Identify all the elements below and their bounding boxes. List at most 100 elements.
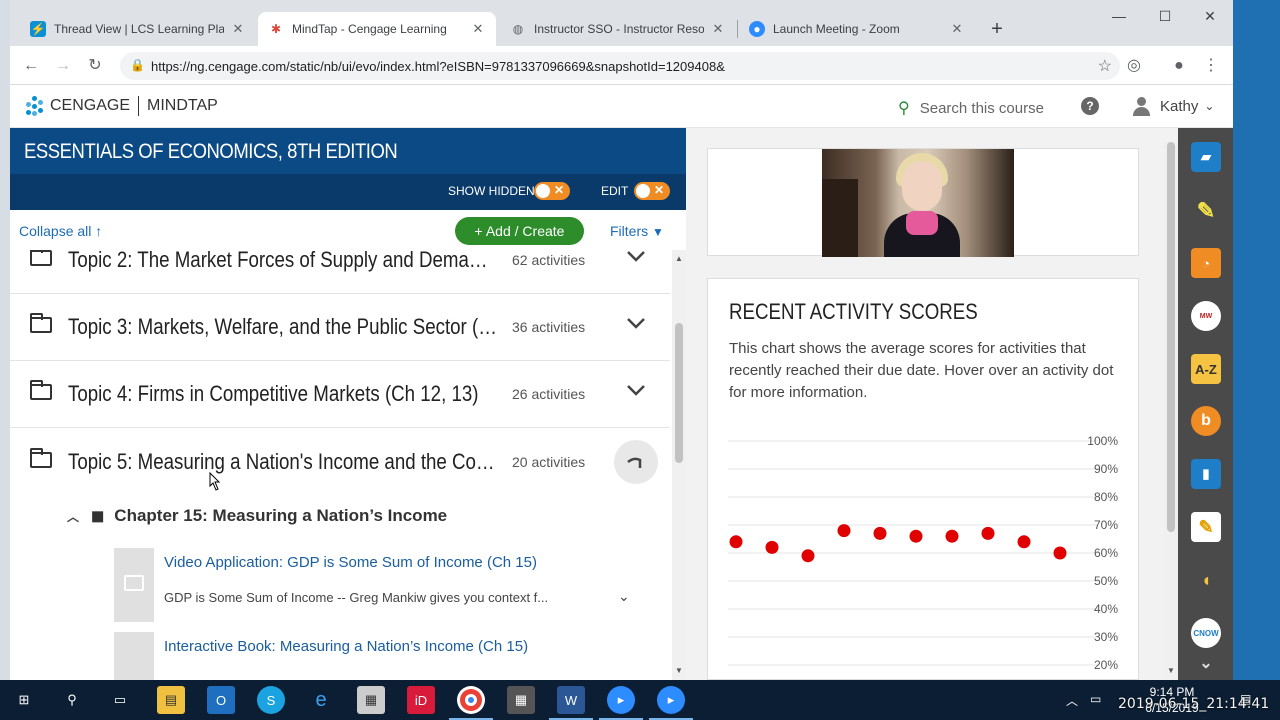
book-icon[interactable]: ▮ bbox=[1191, 459, 1221, 489]
scroll-down-arrow[interactable]: ▼ bbox=[1167, 666, 1175, 675]
tab-strip: ⚡ Thread View | LCS Learning Platf ✕ ✱ M… bbox=[10, 0, 1233, 46]
b-icon[interactable]: b bbox=[1191, 406, 1221, 436]
zoom-icon[interactable]: ▸ bbox=[599, 686, 643, 720]
chevron-down-icon[interactable] bbox=[624, 378, 648, 402]
score-dot[interactable] bbox=[909, 529, 923, 543]
chapter-header[interactable]: ︿ ◼ Chapter 15: Measuring a Nation’s Inc… bbox=[67, 506, 447, 526]
internet-explorer-icon[interactable]: e bbox=[307, 686, 335, 714]
account-icon[interactable]: ● bbox=[1167, 54, 1191, 78]
cnow-icon[interactable]: CNOW bbox=[1191, 618, 1221, 648]
cengage-mindtap-logo[interactable]: CENGAGE MINDTAP bbox=[24, 96, 218, 116]
chevron-up-icon[interactable]: ︿ bbox=[67, 508, 79, 525]
score-dot[interactable] bbox=[729, 535, 743, 549]
highlighter-icon[interactable]: ✎ bbox=[1191, 196, 1221, 226]
score-dot[interactable] bbox=[945, 529, 959, 543]
show-hidden-toggle[interactable]: ✕ bbox=[534, 182, 570, 200]
score-dot[interactable] bbox=[1053, 546, 1067, 560]
close-icon[interactable]: ✕ bbox=[949, 21, 965, 37]
outlook-icon[interactable]: O bbox=[207, 686, 235, 714]
maximize-button[interactable]: ☐ bbox=[1150, 8, 1180, 30]
minimize-button[interactable]: — bbox=[1104, 8, 1134, 30]
menu-icon[interactable]: ⋮ bbox=[1199, 54, 1223, 78]
file-explorer-icon[interactable]: ▤ bbox=[157, 686, 185, 714]
merriam-webster-icon[interactable]: MW bbox=[1191, 301, 1221, 331]
chevron-up-icon[interactable]: ︿ bbox=[1066, 692, 1078, 709]
collapse-all-link[interactable]: Collapse all ↑ bbox=[19, 223, 102, 239]
scroll-up-arrow[interactable]: ▲ bbox=[675, 254, 683, 263]
new-tab-button[interactable]: + bbox=[986, 18, 1008, 40]
windows-start-icon[interactable]: ⊞ bbox=[10, 686, 38, 714]
chrome-icon[interactable] bbox=[449, 686, 493, 720]
activity-title[interactable]: Interactive Book: Measuring a Nation’s I… bbox=[164, 638, 528, 655]
score-dot[interactable] bbox=[873, 526, 887, 540]
tab-instructor-sso[interactable]: ◍ Instructor SSO - Instructor Reso ✕ bbox=[500, 12, 736, 46]
audio-icon[interactable]: ◖ bbox=[1191, 565, 1221, 595]
topic-row[interactable]: Topic 4: Firms in Competitive Markets (C… bbox=[10, 362, 670, 428]
chevron-down-icon[interactable] bbox=[624, 311, 648, 335]
app-dock: ▰ ✎ ◔ MW A-Z b ▮ ✎ ◖ CNOW ⌄ bbox=[1178, 128, 1233, 680]
a-z-icon[interactable]: A-Z bbox=[1191, 354, 1221, 384]
back-button[interactable]: ← bbox=[19, 54, 43, 78]
right-scrollbar[interactable]: ▼ bbox=[1164, 142, 1178, 680]
user-menu[interactable]: Kathy ⌄ bbox=[1132, 97, 1215, 116]
topic-row[interactable]: Topic 2: The Market Forces of Supply and… bbox=[10, 250, 670, 294]
course-search[interactable]: ⚲ Search this course bbox=[898, 98, 1044, 118]
zoom-video-card bbox=[707, 148, 1139, 257]
chevron-down-icon[interactable]: ⌄ bbox=[618, 588, 630, 605]
edit-toggle[interactable]: ✕ bbox=[634, 182, 670, 200]
scores-chart: 100% 90% 80% 70% 60% 50% 40% 30% 20% bbox=[728, 434, 1118, 672]
skype-icon[interactable]: S bbox=[257, 686, 285, 714]
topic-row[interactable]: Topic 3: Markets, Welfare, and the Publi… bbox=[10, 295, 670, 361]
scrollbar-thumb[interactable] bbox=[675, 323, 683, 463]
address-bar[interactable]: 🔒 https://ng.cengage.com/static/nb/ui/ev… bbox=[120, 52, 1120, 80]
topic-list: Topic 2: The Market Forces of Supply and… bbox=[10, 250, 670, 680]
image-icon bbox=[114, 548, 154, 622]
webcam-video bbox=[822, 149, 1014, 257]
battery-icon[interactable]: ▭ bbox=[1090, 692, 1101, 706]
chevron-down-icon: ⌄ bbox=[1204, 99, 1215, 113]
help-icon[interactable]: ? bbox=[1081, 97, 1099, 115]
y-tick-label: 20% bbox=[1094, 658, 1118, 672]
score-dot[interactable] bbox=[981, 526, 995, 540]
rss-icon[interactable]: ◔ bbox=[1191, 248, 1221, 278]
notes-icon[interactable]: ✎ bbox=[1191, 512, 1221, 542]
user-name: Kathy bbox=[1160, 97, 1199, 115]
topic-row-expanded[interactable]: Topic 5: Measuring a Nation's Income and… bbox=[10, 430, 670, 496]
close-icon[interactable]: ✕ bbox=[710, 21, 726, 37]
score-dot[interactable] bbox=[765, 540, 779, 554]
briefcase-icon[interactable]: ▰ bbox=[1191, 142, 1221, 172]
word-icon[interactable]: W bbox=[549, 686, 593, 720]
indesign-icon[interactable]: iD bbox=[407, 686, 435, 714]
loading-spinner-icon[interactable] bbox=[614, 440, 658, 484]
score-dot[interactable] bbox=[1017, 535, 1031, 549]
calculator-icon[interactable]: ▦ bbox=[507, 686, 535, 714]
close-icon[interactable]: ✕ bbox=[470, 21, 486, 37]
close-icon[interactable]: ✕ bbox=[230, 21, 246, 37]
dashboard-panel: RECENT ACTIVITY SCORES This chart shows … bbox=[686, 128, 1233, 680]
tab-zoom[interactable]: ● Launch Meeting - Zoom ✕ bbox=[739, 12, 975, 46]
activity-title[interactable]: Video Application: GDP is Some Sum of In… bbox=[164, 554, 537, 571]
forward-button[interactable]: → bbox=[51, 54, 75, 78]
app-icon[interactable]: ▦ bbox=[357, 686, 385, 714]
search-icon: ⚲ bbox=[898, 100, 910, 117]
product-name: MINDTAP bbox=[147, 97, 218, 114]
close-window-button[interactable]: ✕ bbox=[1195, 8, 1225, 30]
tab-mindtap[interactable]: ✱ MindTap - Cengage Learning ✕ bbox=[258, 12, 496, 46]
zoom-icon: ● bbox=[749, 21, 765, 37]
scrollbar-thumb[interactable] bbox=[1167, 142, 1175, 532]
score-dot[interactable] bbox=[801, 549, 815, 563]
left-scrollbar[interactable]: ▲ ▼ bbox=[672, 250, 686, 680]
extension-icon[interactable]: ◎ bbox=[1122, 54, 1146, 78]
reload-button[interactable]: ↻ bbox=[83, 54, 107, 78]
chevron-down-icon[interactable] bbox=[624, 250, 648, 268]
zoom-meeting-icon[interactable]: ▸ bbox=[649, 686, 693, 720]
search-icon[interactable]: ⚲ bbox=[58, 686, 86, 714]
task-view-icon[interactable]: ▭ bbox=[106, 686, 134, 714]
tab-thread-view[interactable]: ⚡ Thread View | LCS Learning Platf ✕ bbox=[20, 12, 256, 46]
score-dot[interactable] bbox=[837, 524, 851, 538]
add-create-button[interactable]: + Add / Create bbox=[455, 217, 584, 245]
scroll-down-arrow[interactable]: ▼ bbox=[675, 666, 683, 675]
star-icon[interactable]: ☆ bbox=[1098, 56, 1112, 76]
chevron-down-icon[interactable]: ⌄ bbox=[1191, 648, 1221, 678]
filters-button[interactable]: Filters ▼ bbox=[610, 223, 664, 239]
